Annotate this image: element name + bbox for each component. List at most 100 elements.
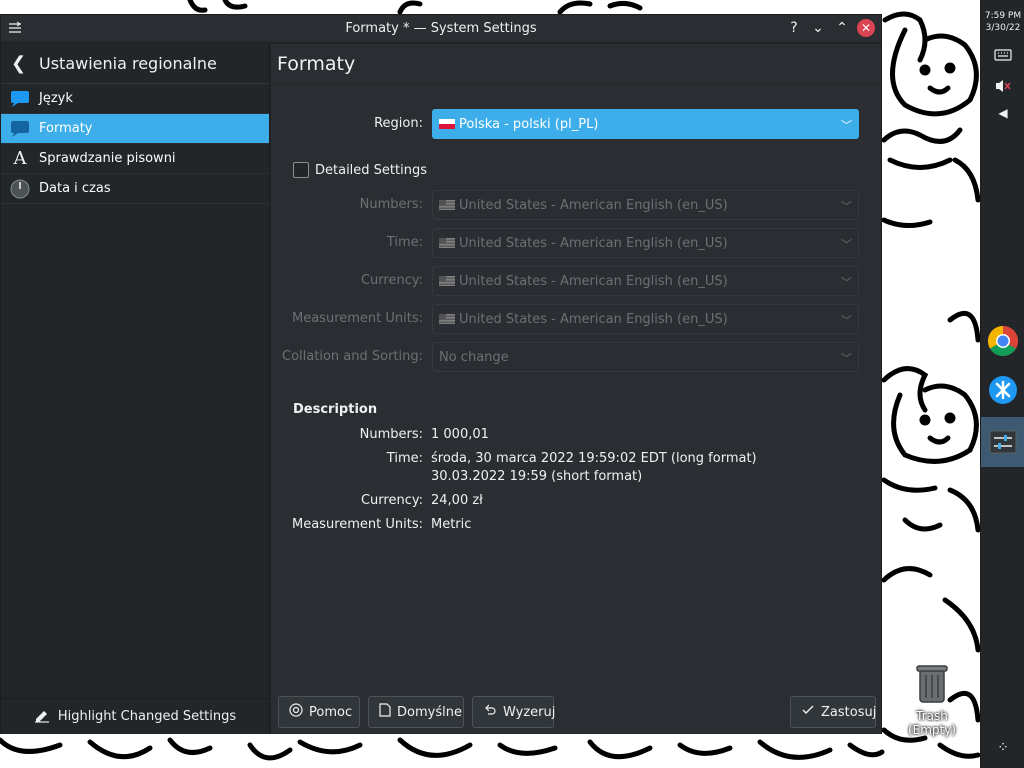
chevron-down-icon: ﹀ bbox=[841, 200, 852, 213]
detailed-settings-label: Detailed Settings bbox=[315, 162, 427, 178]
sidebar-item-label: Formaty bbox=[39, 121, 93, 136]
desc-time-short: 30.03.2022 19:59 (short format) bbox=[431, 469, 643, 484]
us-flag-icon bbox=[439, 314, 455, 324]
region-label: Region: bbox=[374, 116, 423, 131]
chrome-task-button[interactable] bbox=[985, 323, 1021, 359]
chevron-down-icon: ﹀ bbox=[841, 276, 852, 289]
help-lifebuoy-icon bbox=[289, 703, 303, 721]
highlight-pen-icon bbox=[34, 707, 50, 727]
measurement-units-label: Measurement Units: bbox=[292, 311, 423, 326]
button-bar: Pomoc Domyślne Wyzeruj Zastosuj bbox=[271, 690, 881, 734]
help-button-label: Pomoc bbox=[309, 704, 353, 720]
page-title: Formaty bbox=[271, 44, 881, 84]
system-panel: 7:59 PM 3/30/22 ◀ ⁘ bbox=[980, 0, 1024, 768]
desc-units-label: Measurement Units: bbox=[292, 517, 423, 532]
close-button[interactable]: ✕ bbox=[857, 19, 875, 37]
desc-currency-label: Currency: bbox=[360, 493, 423, 508]
numbers-combobox[interactable]: United States - American English (en_US)… bbox=[432, 190, 859, 220]
system-settings-task-button[interactable] bbox=[981, 417, 1024, 467]
defaults-button-label: Domyślne bbox=[397, 704, 462, 720]
trash-label: Trash (Empty) bbox=[907, 709, 957, 737]
desc-units-value: Metric bbox=[431, 517, 472, 532]
region-value: Polska - polski (pl_PL) bbox=[459, 116, 599, 132]
highlight-changed-settings-button[interactable]: Highlight Changed Settings bbox=[1, 698, 269, 734]
chat-bubble-icon bbox=[9, 88, 31, 110]
trash-icon bbox=[916, 665, 948, 703]
letter-a-icon: A bbox=[13, 148, 27, 169]
detailed-settings-checkbox[interactable]: Detailed Settings bbox=[293, 162, 427, 178]
sidebar-header: ❮ Ustawienia regionalne bbox=[1, 44, 269, 84]
currency-row: Currency: United States - American Engli… bbox=[271, 266, 881, 296]
settings-sliders-icon bbox=[989, 430, 1017, 454]
app-store-icon bbox=[989, 376, 1017, 404]
time-combobox[interactable]: United States - American English (en_US)… bbox=[432, 228, 859, 258]
apply-button[interactable]: Zastosuj bbox=[790, 696, 876, 728]
panel-settings-icon[interactable]: ⁘ bbox=[981, 740, 1024, 756]
digital-clock[interactable]: 7:59 PM 3/30/22 bbox=[981, 10, 1024, 34]
clock-time: 7:59 PM bbox=[984, 11, 1022, 21]
currency-value: United States - American English (en_US) bbox=[459, 273, 728, 289]
desc-numbers-value: 1 000,01 bbox=[431, 427, 489, 442]
sidebar-item-data-i-czas[interactable]: Data i czas bbox=[1, 174, 269, 204]
maximize-button[interactable]: ⌃ bbox=[833, 19, 851, 37]
description-title: Description bbox=[293, 402, 378, 417]
help-pomoc-button[interactable]: Pomoc bbox=[278, 696, 360, 728]
main-content: Formaty Region: Polska - polski (pl_PL) … bbox=[271, 44, 881, 734]
defaults-button[interactable]: Domyślne bbox=[368, 696, 464, 728]
chat-bubble-icon bbox=[9, 118, 31, 140]
checkmark-icon bbox=[801, 703, 815, 721]
system-settings-window: Formaty * — System Settings ? ⌄ ⌃ ✕ ❮ Us… bbox=[0, 14, 882, 734]
sidebar-item-sprawdzanie-pisowni[interactable]: A Sprawdzanie pisowni bbox=[1, 144, 269, 174]
measurement-units-value: United States - American English (en_US) bbox=[459, 311, 728, 327]
trash-desktop-icon[interactable]: Trash (Empty) bbox=[892, 662, 972, 737]
measurement-units-combobox[interactable]: United States - American English (en_US)… bbox=[432, 304, 859, 334]
desc-numbers-label: Numbers: bbox=[359, 427, 423, 442]
discover-task-button[interactable] bbox=[985, 372, 1021, 408]
reset-button-label: Wyzeruj bbox=[503, 704, 556, 720]
window-titlebar[interactable]: Formaty * — System Settings ? ⌄ ⌃ ✕ bbox=[1, 15, 881, 43]
desc-time-label: Time: bbox=[386, 451, 423, 466]
sidebar-item-jezyk[interactable]: Język bbox=[1, 84, 269, 114]
collation-value: No change bbox=[439, 349, 509, 365]
region-combobox[interactable]: Polska - polski (pl_PL) ﹀ bbox=[432, 109, 859, 139]
reset-button[interactable]: Wyzeruj bbox=[472, 696, 556, 728]
sidebar-item-label: Data i czas bbox=[39, 181, 111, 196]
desc-currency-value: 24,00 zł bbox=[431, 493, 483, 508]
currency-combobox[interactable]: United States - American English (en_US)… bbox=[432, 266, 859, 296]
chevron-down-icon: ﹀ bbox=[841, 238, 852, 251]
volume-muted-icon[interactable] bbox=[981, 78, 1024, 98]
us-flag-icon bbox=[439, 238, 455, 248]
window-title: Formaty * — System Settings bbox=[345, 21, 537, 36]
collation-label: Collation and Sorting: bbox=[282, 349, 423, 364]
apply-button-label: Zastosuj bbox=[821, 704, 877, 720]
chevron-down-icon: ﹀ bbox=[841, 352, 852, 365]
region-row: Region: Polska - polski (pl_PL) ﹀ bbox=[271, 109, 881, 139]
sidebar: ❮ Ustawienia regionalne Język Formaty A … bbox=[1, 44, 270, 734]
us-flag-icon bbox=[439, 276, 455, 286]
sidebar-title: Ustawienia regionalne bbox=[39, 54, 217, 73]
document-icon bbox=[379, 703, 391, 721]
collation-combobox[interactable]: No change ﹀ bbox=[432, 342, 859, 372]
poland-flag-icon bbox=[439, 119, 455, 129]
sidebar-item-label: Język bbox=[39, 91, 73, 106]
minimize-button[interactable]: ⌄ bbox=[809, 19, 827, 37]
numbers-row: Numbers: United States - American Englis… bbox=[271, 190, 881, 220]
keyboard-icon[interactable] bbox=[981, 48, 1024, 66]
chrome-icon bbox=[987, 326, 1019, 357]
help-button[interactable]: ? bbox=[785, 19, 803, 37]
sidebar-item-formaty[interactable]: Formaty bbox=[1, 114, 269, 144]
clock-icon bbox=[9, 178, 31, 200]
time-label: Time: bbox=[386, 235, 423, 250]
measurement-units-row: Measurement Units: United States - Ameri… bbox=[271, 304, 881, 334]
numbers-label: Numbers: bbox=[359, 197, 423, 212]
expand-tray-arrow-icon[interactable]: ◀ bbox=[981, 106, 1024, 120]
clock-date: 3/30/22 bbox=[985, 23, 1021, 33]
time-value: United States - American English (en_US) bbox=[459, 235, 728, 251]
desc-time-long: środa, 30 marca 2022 19:59:02 EDT (long … bbox=[431, 451, 757, 466]
time-row: Time: United States - American English (… bbox=[271, 228, 881, 258]
sidebar-item-label: Sprawdzanie pisowni bbox=[39, 151, 176, 166]
chevron-down-icon: ﹀ bbox=[841, 119, 852, 132]
checkbox-box[interactable] bbox=[293, 162, 309, 178]
chevron-down-icon: ﹀ bbox=[841, 314, 852, 327]
back-arrow-icon[interactable]: ❮ bbox=[11, 53, 31, 74]
